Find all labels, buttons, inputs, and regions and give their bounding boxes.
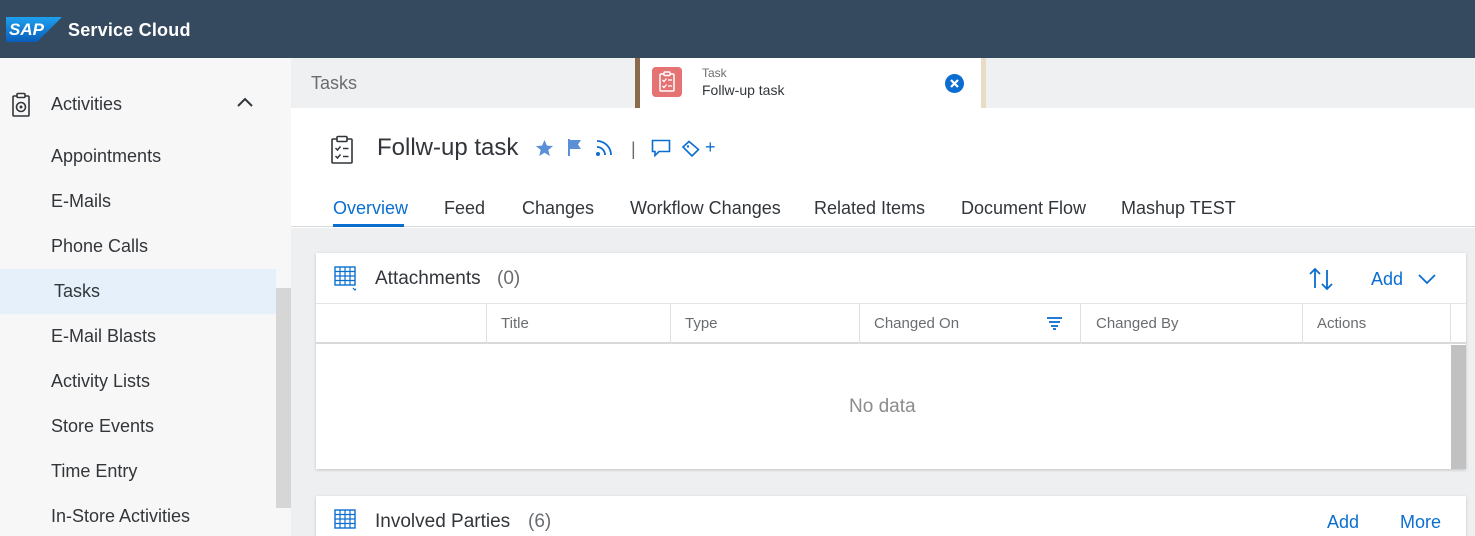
header-separator: | xyxy=(631,139,636,159)
svg-text:SAP: SAP xyxy=(9,20,45,39)
favorite-star-icon[interactable] xyxy=(535,139,554,157)
sidebar-item-activity-lists[interactable]: Activity Lists xyxy=(0,359,276,404)
table-view-icon[interactable] xyxy=(334,509,356,535)
sort-descending-icon[interactable] xyxy=(1046,316,1063,330)
sidebar-item-label: Phone Calls xyxy=(51,236,149,256)
object-title: Follw-up task xyxy=(377,134,519,161)
tabs-divider xyxy=(291,226,1475,227)
table-scrollbar-thumb[interactable] xyxy=(1451,345,1466,469)
sort-icon[interactable] xyxy=(1308,266,1334,292)
tab-changes[interactable]: Changes xyxy=(522,198,594,219)
task-clipboard-icon xyxy=(331,135,353,164)
add-tag-button[interactable]: + xyxy=(705,137,716,158)
sidebar-item-label: E-Mail Blasts xyxy=(51,326,157,346)
sidebar-item-label: Activity Lists xyxy=(51,371,151,391)
tab-object-title: Follw-up task xyxy=(702,82,785,98)
attachments-count: (0) xyxy=(497,268,521,289)
task-icon xyxy=(652,67,682,97)
sidebar-item-e-mail-blasts[interactable]: E-Mail Blasts xyxy=(0,314,276,359)
sidebar-item-phone-calls[interactable]: Phone Calls xyxy=(0,224,276,269)
column-divider xyxy=(859,304,860,344)
attachments-card xyxy=(316,253,1466,469)
column-header-actions[interactable]: Actions xyxy=(1317,315,1366,332)
sap-logo[interactable]: SAP xyxy=(6,17,62,42)
active-tab-indicator xyxy=(333,224,404,227)
close-tab-icon[interactable] xyxy=(945,74,964,93)
sidebar-item-appointments[interactable]: Appointments xyxy=(0,134,276,179)
sidebar-item-store-events[interactable]: Store Events xyxy=(0,404,276,449)
sidebar-item-time-entry[interactable]: Time Entry xyxy=(0,449,276,494)
empty-table-message: No data xyxy=(849,396,916,417)
involved-parties-title: Involved Parties xyxy=(375,511,511,532)
involved-parties-count: (6) xyxy=(528,511,552,532)
column-divider xyxy=(1080,304,1081,344)
tab-feed[interactable]: Feed xyxy=(444,198,485,219)
sidebar-item-label: In-Store Activities xyxy=(51,506,191,526)
column-header-changed-on[interactable]: Changed On xyxy=(874,315,959,332)
involved-parties-add-button[interactable]: Add xyxy=(1327,512,1359,533)
tab-follow-up-task[interactable] xyxy=(635,58,986,108)
sidebar-item-tasks[interactable]: Tasks xyxy=(0,269,276,314)
shell-bar xyxy=(0,0,1475,58)
column-divider xyxy=(670,304,671,344)
tab-object-type: Task xyxy=(702,66,727,80)
tab-document-flow[interactable]: Document Flow xyxy=(961,198,1086,219)
chevron-up-icon[interactable] xyxy=(236,96,254,108)
sidebar-item-label: Store Events xyxy=(51,416,155,436)
tab-mashup-test[interactable]: Mashup TEST xyxy=(1121,198,1236,219)
chevron-down-icon[interactable] xyxy=(1417,273,1437,285)
tag-icon[interactable] xyxy=(681,140,700,157)
tab-related-items[interactable]: Related Items xyxy=(814,198,925,219)
sidebar-group-activities[interactable] xyxy=(0,80,276,128)
sidebar-item-label: Time Entry xyxy=(51,461,138,481)
column-divider xyxy=(486,304,487,344)
attachments-title: Attachments xyxy=(375,268,481,289)
attachments-add-button[interactable]: Add xyxy=(1371,269,1403,290)
app-title: Service Cloud xyxy=(68,20,191,40)
follow-feed-icon[interactable] xyxy=(595,139,613,157)
column-divider xyxy=(1450,304,1451,344)
column-divider xyxy=(1302,304,1303,344)
tab-workflow-changes[interactable]: Workflow Changes xyxy=(630,198,781,219)
sidebar-scrollbar-thumb[interactable] xyxy=(276,288,291,508)
tab-tasks-list[interactable]: Tasks xyxy=(311,73,357,94)
sidebar-item-e-mails[interactable]: E-Mails xyxy=(0,179,276,224)
flag-icon[interactable] xyxy=(567,138,583,157)
table-view-icon[interactable] xyxy=(334,266,356,292)
sidebar-group-label: Activities xyxy=(51,94,123,114)
column-header-type[interactable]: Type xyxy=(685,315,718,332)
involved-parties-more-button[interactable]: More xyxy=(1400,512,1441,533)
activities-icon xyxy=(12,92,30,117)
sidebar-item-in-store-activities[interactable]: In-Store Activities xyxy=(0,494,276,536)
tab-overview[interactable]: Overview xyxy=(333,198,408,219)
column-header-changed-by[interactable]: Changed By xyxy=(1096,315,1179,332)
sidebar-item-label: E-Mails xyxy=(51,191,112,211)
column-header-title[interactable]: Title xyxy=(501,315,529,332)
comment-icon[interactable] xyxy=(651,139,671,157)
sidebar-item-label: Appointments xyxy=(51,146,162,166)
sidebar-item-label: Tasks xyxy=(54,281,101,301)
